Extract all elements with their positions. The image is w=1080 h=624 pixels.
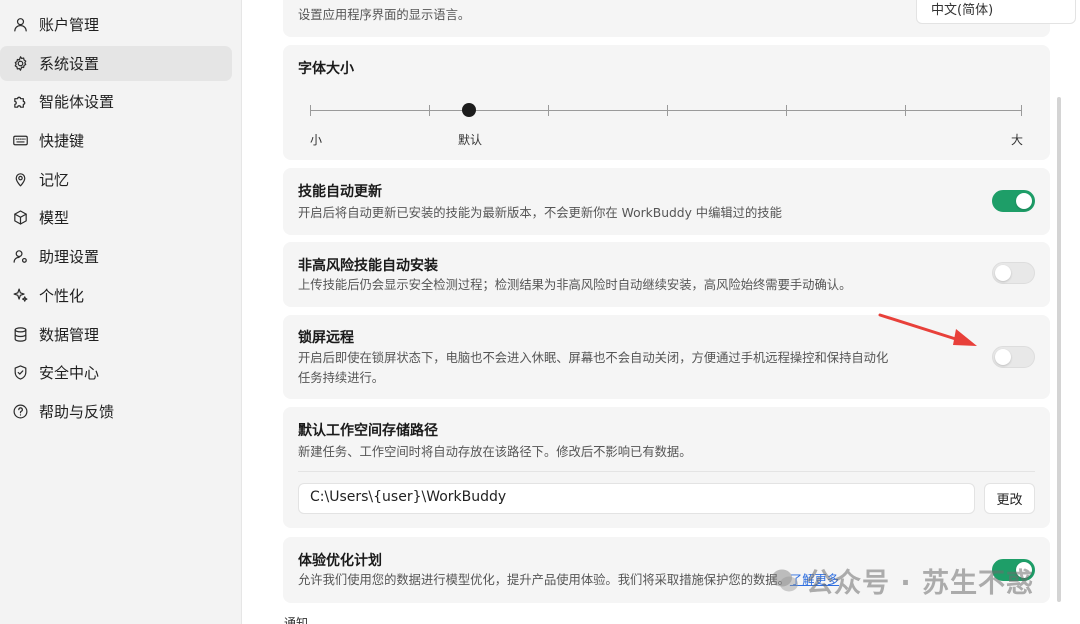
sidebar-item-personalization[interactable]: 个性化 [0,278,232,313]
low-risk-auto-install-title: 非高风险技能自动安装 [298,258,438,274]
shield-icon [11,364,29,382]
sidebar-item-data-management[interactable]: 数据管理 [0,317,232,352]
sidebar-item-label: 帮助与反馈 [39,402,115,421]
workspace-path-card: 默认工作空间存储路径 新建任务、工作空间时将自动存放在该路径下。修改后不影响已有… [283,407,1050,528]
toggle-knob [1016,193,1032,209]
lock-screen-remote-title: 锁屏远程 [298,330,354,346]
sidebar-item-label: 快捷键 [39,132,85,151]
sidebar: 账户管理 系统设置 智能体设置 快捷键 记忆 模型 助理设置 个性化 数据管理 … [0,0,242,624]
sidebar-item-label: 个性化 [39,286,85,305]
sidebar-item-help-feedback[interactable]: 帮助与反馈 [0,394,232,429]
sparkle-icon [11,286,29,304]
skill-auto-update-card: 技能自动更新 开启后将自动更新已安装的技能为最新版本，不会更新你在 WorkBu… [283,168,1050,235]
lock-screen-remote-toggle[interactable] [992,346,1035,368]
user-icon [11,16,29,34]
workspace-path-input[interactable]: C:\Users\{user}\WorkBuddy [298,483,975,514]
slider-default-label: 默认 [458,133,483,147]
sidebar-item-assistant-settings[interactable]: 助理设置 [0,239,232,274]
sidebar-item-label: 账户管理 [39,16,100,34]
assistant-user-icon [11,248,29,266]
font-size-slider[interactable]: 小 默认 大 [283,0,1050,160]
sidebar-item-memory[interactable]: 记忆 [0,162,232,197]
toggle-knob [995,349,1011,365]
watermark: 公众号 · 苏生不惑 [770,561,1034,600]
low-risk-auto-install-desc: 上传技能后仍会显示安全检测过程；检测结果为非高风险时自动继续安装，高风险始终需要… [298,278,852,292]
sidebar-item-security-center[interactable]: 安全中心 [0,355,232,390]
experience-program-title: 体验优化计划 [298,553,382,569]
keyboard-icon [11,132,29,150]
slider-tick [429,105,430,116]
toggle-knob [995,265,1011,281]
slider-track [310,110,1021,111]
sidebar-item-label: 智能体设置 [39,93,115,112]
memory-pin-icon [11,170,29,188]
annotation-arrow-icon [878,313,977,346]
skill-auto-update-desc: 开启后将自动更新已安装的技能为最新版本，不会更新你在 WorkBuddy 中编辑… [298,206,782,220]
sidebar-item-label: 系统设置 [39,54,100,73]
sidebar-item-model[interactable]: 模型 [0,200,232,235]
slider-knob[interactable] [462,103,476,117]
experience-program-desc: 允许我们使用您的数据进行模型优化，提升产品使用体验。我们将采取措施保护您的数据。… [298,570,839,590]
experience-program-desc-text: 允许我们使用您的数据进行模型优化，提升产品使用体验。我们将采取措施保护您的数据。 [298,573,790,587]
slider-tick [310,105,311,116]
slider-max-label: 大 [1011,133,1024,147]
sidebar-item-agent-settings[interactable]: 智能体设置 [0,84,232,119]
sidebar-item-account[interactable]: 账户管理 [0,7,232,42]
workspace-path-desc: 新建任务、工作空间时将自动存放在该路径下。修改后不影响已有数据。 [298,445,692,459]
sidebar-item-label: 助理设置 [39,248,100,267]
sidebar-item-shortcuts[interactable]: 快捷键 [0,123,232,158]
skill-auto-update-toggle[interactable] [992,190,1035,212]
scrollbar[interactable] [1057,97,1061,602]
sidebar-item-label: 记忆 [39,170,70,189]
low-risk-auto-install-toggle[interactable] [992,262,1035,284]
sidebar-item-label: 安全中心 [39,364,100,383]
wechat-icon [772,569,798,591]
slider-tick [1021,105,1022,116]
slider-min-label: 小 [310,133,323,147]
sidebar-item-label: 数据管理 [39,325,100,344]
slider-tick [905,105,906,116]
slider-tick [786,105,787,116]
puzzle-icon [11,93,29,111]
slider-tick [548,105,549,116]
workspace-path-title: 默认工作空间存储路径 [298,423,438,439]
watermark-text: 公众号 · 苏生不惑 [806,568,1035,599]
low-risk-auto-install-card: 非高风险技能自动安装 上传技能后仍会显示安全检测过程；检测结果为非高风险时自动继… [283,242,1050,307]
sidebar-item-label: 模型 [39,209,70,228]
lock-screen-remote-desc: 开启后即使在锁屏状态下，电脑也不会进入休眠、屏幕也不会自动关闭，方便通过手机远程… [298,351,889,385]
help-circle-icon [11,402,29,420]
notifications-section-title: 通知 [284,616,309,624]
sidebar-item-system-settings[interactable]: 系统设置 [0,45,232,81]
gear-icon [11,54,29,72]
skill-auto-update-title: 技能自动更新 [298,184,382,200]
cube-icon [11,209,29,227]
divider [298,471,1035,472]
slider-tick [667,105,668,116]
database-icon [11,325,29,343]
change-path-button[interactable]: 更改 [984,483,1035,514]
